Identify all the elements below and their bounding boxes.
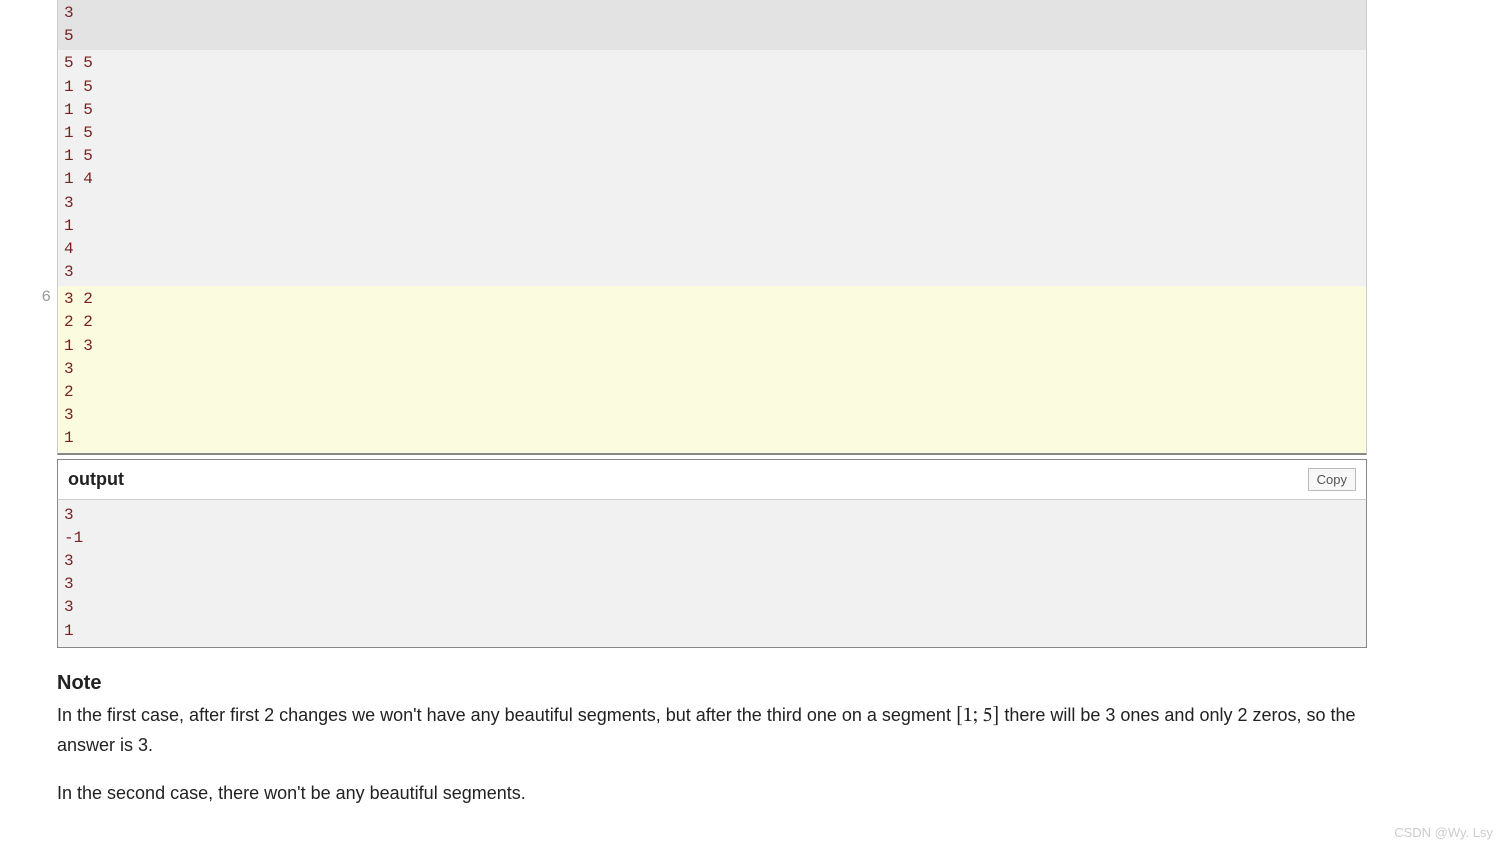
output-header: output Copy [57,459,1367,500]
note-para-1: In the first case, after first 2 changes… [57,701,1367,760]
note-section: Note In the first case, after first 2 ch… [57,672,1367,808]
note-title: Note [57,672,1367,695]
input-block-mid: 5 5 1 5 1 5 1 5 1 5 1 4 3 1 4 3 [57,50,1367,286]
input-block-top: 3 5 [57,0,1367,50]
watermark: CSDN @Wy. Lsy [1394,825,1493,840]
math-segment: [1; 5] [956,706,999,726]
output-title: output [68,469,124,490]
note-para-2: In the second case, there won't be any b… [57,780,1367,808]
output-block: 3 -1 3 3 3 1 [57,500,1367,648]
line-number-6: 6 [31,288,51,306]
input-block-highlight: 3 2 2 2 1 3 3 2 3 1 [57,286,1367,454]
copy-button[interactable]: Copy [1308,468,1356,491]
